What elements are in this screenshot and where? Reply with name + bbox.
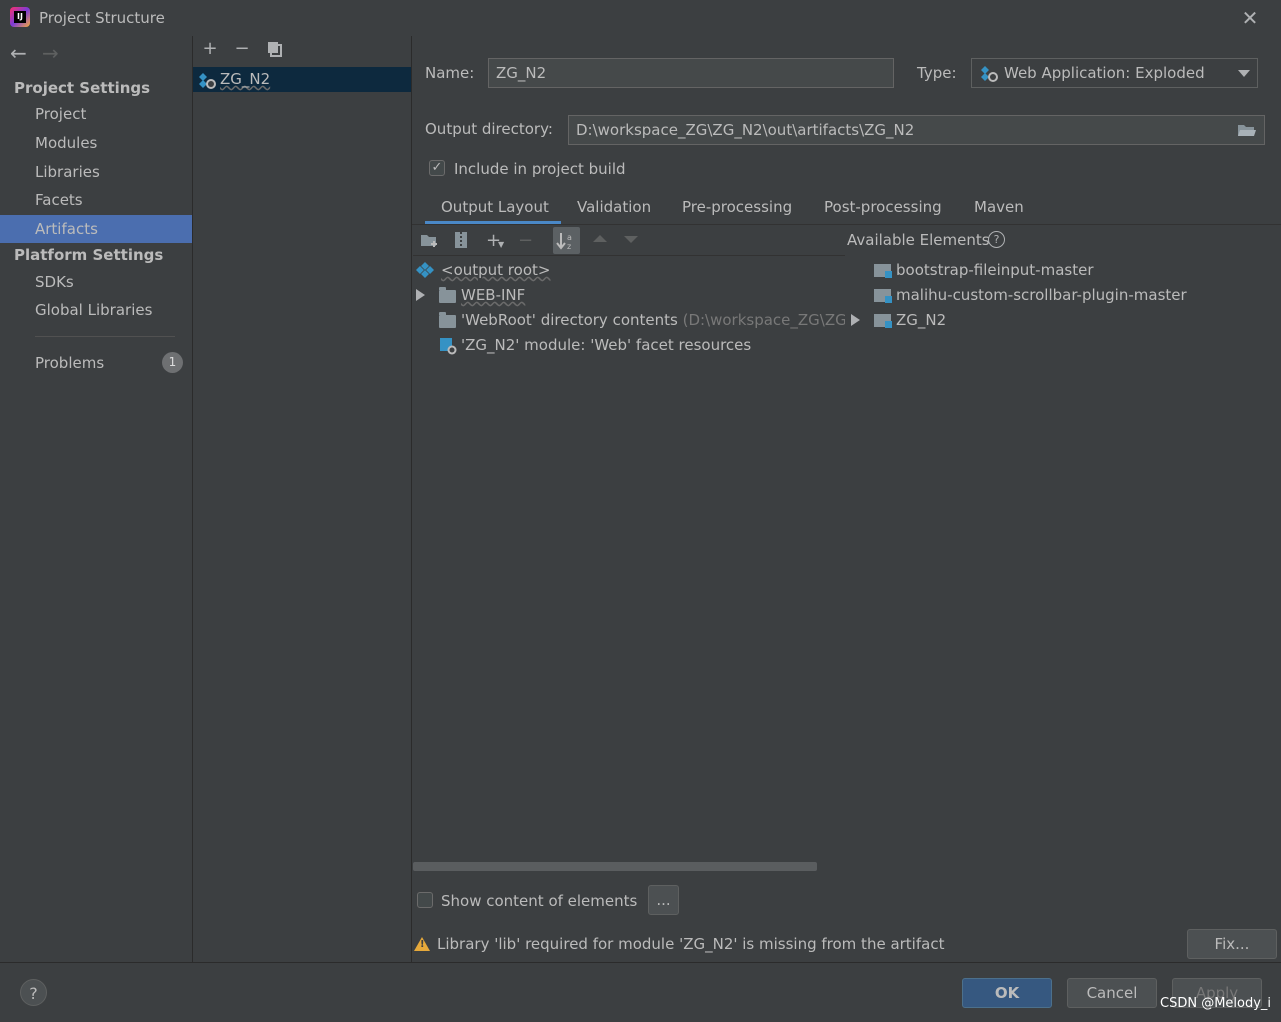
chevron-down-icon[interactable] [1238,70,1250,77]
sidebar-item-facets[interactable]: Facets [0,186,192,214]
warning-icon-mark: ! [420,939,425,950]
window-title: Project Structure [39,9,165,27]
project-settings-header: Project Settings [14,79,151,97]
module-folder-icon [874,264,892,278]
dropdown-small-icon[interactable]: ▼ [498,240,504,249]
folder-icon [439,312,456,328]
platform-settings-header: Platform Settings [14,246,164,264]
artifact-name-input[interactable]: ZG_N2 [488,58,894,88]
artifacts-list-panel [193,36,412,962]
artifact-type-select[interactable]: Web Application: Exploded [971,58,1258,88]
web-facet-icon [439,337,457,359]
available-item-malihu-scrollbar[interactable]: malihu-custom-scrollbar-plugin-master [896,286,1187,304]
help-circle-icon[interactable]: ? [988,231,1005,248]
sidebar-divider [35,336,175,337]
cancel-button[interactable]: Cancel [1067,978,1157,1008]
horizontal-scrollbar[interactable] [413,862,817,871]
artifact-list-item-label: ZG_N2 [220,70,271,88]
tree-item-web-inf[interactable]: WEB-INF [461,286,525,304]
web-artifact-type-icon [980,65,998,87]
name-label: Name: [425,64,475,82]
tab-validation[interactable]: Validation [577,198,651,216]
folder-icon [439,287,456,303]
tab-post-processing[interactable]: Post-processing [824,198,942,216]
warning-message: Library 'lib' required for module 'ZG_N2… [437,935,945,953]
output-root-icon [416,262,434,282]
add-icon[interactable]: + [201,40,219,58]
available-elements-header: Available Elements [847,231,990,249]
output-directory-input[interactable]: D:\workspace_ZG\ZG_N2\out\artifacts\ZG_N… [568,115,1265,145]
tree-item-label: 'WebRoot' directory contents [461,311,678,329]
close-icon[interactable]: ✕ [1240,8,1260,28]
create-directory-icon[interactable] [420,232,440,252]
bottom-divider [0,962,1281,963]
sidebar-item-sdks[interactable]: SDKs [0,268,192,296]
remove-element-icon[interactable]: − [518,230,533,251]
copy-icon[interactable] [266,40,284,58]
include-in-build-label: Include in project build [454,160,626,178]
create-archive-icon[interactable] [454,231,468,253]
sidebar-item-libraries[interactable]: Libraries [0,158,192,186]
svg-text:a: a [567,233,572,242]
tab-divider [412,224,1281,225]
type-label: Type: [917,64,957,82]
sidebar-item-project[interactable]: Project [0,100,192,128]
folder-browse-icon[interactable] [1237,122,1257,142]
move-up-icon[interactable] [593,235,607,242]
problems-count-badge: 1 [162,352,183,373]
tree-item-webroot-contents[interactable]: 'WebRoot' directory contents (D:\workspa… [461,311,845,329]
show-content-label: Show content of elements [441,892,638,910]
sidebar-item-global-libraries[interactable]: Global Libraries [0,296,192,324]
web-artifact-icon [198,72,216,94]
available-item-bootstrap-fileinput[interactable]: bootstrap-fileinput-master [896,261,1093,279]
tab-pre-processing[interactable]: Pre-processing [682,198,792,216]
include-in-build-checkbox[interactable]: ✓ [429,160,445,176]
tab-output-layout[interactable]: Output Layout [441,198,549,216]
fix-button[interactable]: Fix... [1187,929,1277,959]
tree-item-detail: (D:\workspace_ZG\ZG_ [677,311,845,329]
ok-button[interactable]: OK [962,978,1052,1008]
intellij-app-icon: IJ [10,7,30,27]
svg-text:z: z [567,242,571,251]
available-item-zg-n2[interactable]: ZG_N2 [896,311,946,329]
expand-arrow-icon[interactable] [416,289,425,301]
title-bar [0,0,1281,36]
tree-item-output-root[interactable]: <output root> [441,261,550,279]
back-arrow-icon[interactable]: ← [10,41,27,65]
module-folder-icon [874,314,892,328]
sidebar-item-artifacts[interactable]: Artifacts [0,215,192,243]
show-content-checkbox[interactable] [417,892,433,908]
tab-maven[interactable]: Maven [974,198,1024,216]
sidebar-item-modules[interactable]: Modules [0,129,192,157]
move-down-icon[interactable] [624,236,638,243]
help-button[interactable]: ? [20,979,47,1006]
output-directory-label: Output directory: [425,120,553,138]
tree-item-web-facet-resources[interactable]: 'ZG_N2' module: 'Web' facet resources [461,336,751,354]
show-content-options-button[interactable]: ... [648,885,679,915]
csdn-watermark: CSDN @Melody_i [1160,996,1272,1011]
remove-icon[interactable]: − [233,40,251,58]
module-folder-icon [874,289,892,303]
sort-elements-button[interactable]: az [553,227,580,254]
expand-arrow-icon[interactable] [851,314,860,326]
forward-arrow-icon[interactable]: → [42,41,59,65]
